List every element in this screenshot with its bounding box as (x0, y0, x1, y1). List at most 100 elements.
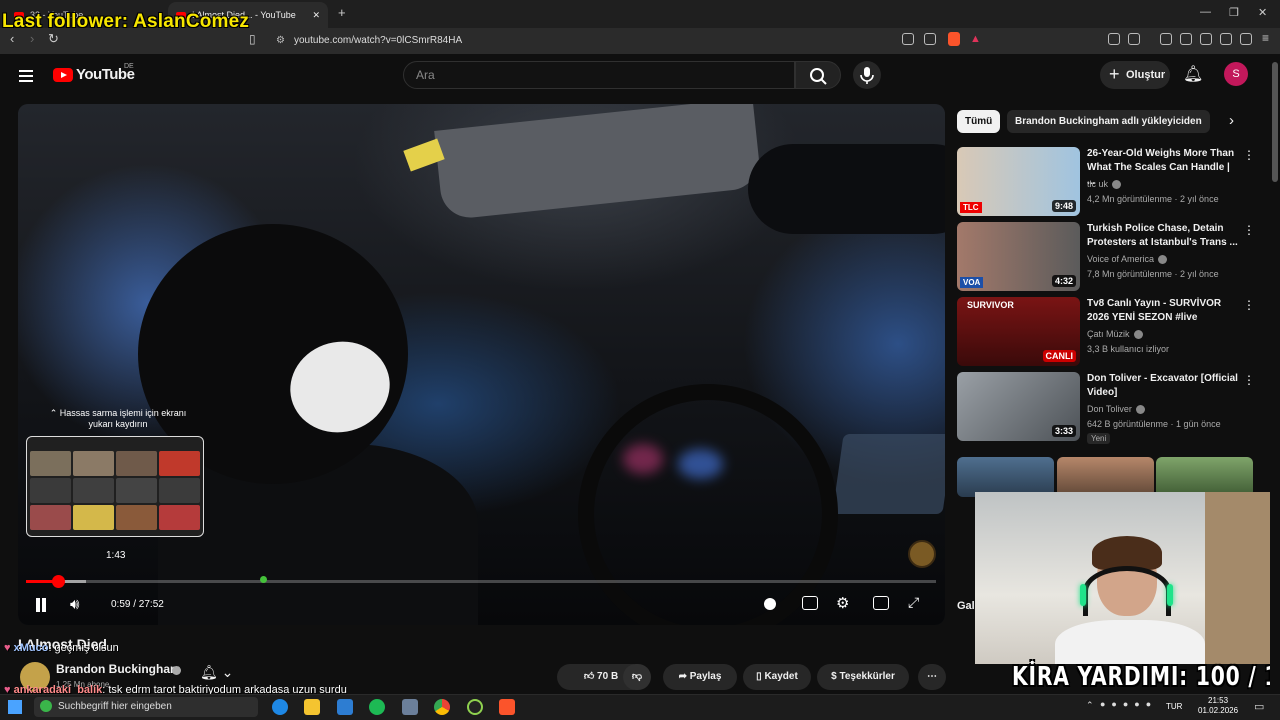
preview-thumb (73, 505, 114, 530)
sidebar-toggle-icon[interactable] (1180, 33, 1192, 45)
spotify-icon[interactable] (369, 699, 385, 715)
chrome-icon[interactable] (434, 699, 450, 715)
site-info-icon[interactable]: ⚙ (276, 35, 285, 46)
tray-overflow-icon[interactable]: ⌃ (1086, 700, 1094, 711)
taskbar-clock[interactable]: 21:53 01.02.2026 (1198, 696, 1238, 716)
ai-assistant-icon[interactable] (1220, 33, 1232, 45)
volume-icon[interactable]: 🔊︎ (70, 596, 79, 613)
screenshot-icon[interactable] (1128, 33, 1140, 45)
rec-thumbnail[interactable]: VOA 4:32 (957, 222, 1080, 291)
more-actions-button[interactable]: ⋯ (918, 664, 946, 690)
rec-thumbnail[interactable]: 3:33 (957, 372, 1080, 441)
clock-date: 01.02.2026 (1198, 706, 1239, 715)
new-tab-icon[interactable]: + (338, 5, 346, 20)
rec-menu-icon[interactable]: ⋮ (1243, 223, 1255, 237)
video-player[interactable]: ⌃ Hassas sarma işlemi için ekranı yukarı… (18, 104, 945, 625)
headphone-led-left (1080, 584, 1086, 606)
calculator-icon[interactable] (402, 699, 418, 715)
avatar[interactable]: S (1224, 62, 1248, 86)
chevron-right-icon[interactable]: › (1229, 112, 1234, 129)
rec-channel[interactable]: Voice of America (1087, 254, 1168, 265)
progress-scrubber[interactable] (52, 575, 65, 588)
rec-title[interactable]: Turkish Police Chase, Detain Protesters … (1087, 222, 1239, 250)
file-explorer-icon[interactable] (304, 699, 320, 715)
thanks-button[interactable]: $ Teşekkürler (817, 664, 909, 690)
channel-name[interactable]: Brandon Buckingham (56, 662, 181, 676)
browser-menu-icon[interactable]: ≡ (1262, 31, 1269, 45)
youtube-logo-icon[interactable] (53, 68, 73, 82)
url-field[interactable]: youtube.com/watch?v=0lCSmrR84HA (268, 32, 898, 50)
forward-icon[interactable]: › (30, 31, 34, 46)
menu-icon[interactable] (19, 67, 33, 85)
brave-shield-icon[interactable] (948, 32, 960, 46)
shorts-thumbnail[interactable] (1057, 457, 1154, 497)
brave-rewards-icon[interactable]: ▲ (970, 33, 981, 45)
rec-title[interactable]: Tv8 Canlı Yayın - SURVİVOR 2026 YENİ SEZ… (1087, 297, 1239, 325)
save-button[interactable]: ▯ Kaydet (743, 664, 811, 690)
notification-center-icon[interactable]: ▭ (1254, 700, 1264, 713)
rec-thumbnail[interactable]: SURVIVOR CANLI (957, 297, 1080, 366)
notifications-bell-icon[interactable]: 🔔︎ (1183, 64, 1203, 84)
share-page-icon[interactable] (924, 33, 936, 45)
channel-watermark-icon[interactable] (908, 540, 936, 568)
store-icon[interactable] (337, 699, 353, 715)
pause-button[interactable] (34, 598, 48, 612)
rec-channel[interactable]: Don Toliver (1087, 404, 1145, 415)
back-icon[interactable]: ‹ (10, 31, 14, 46)
fullscreen-icon[interactable]: ⤢ (908, 594, 919, 611)
windows-start-icon[interactable] (8, 700, 22, 714)
settings-gear-icon[interactable]: ⚙ (836, 594, 849, 612)
verified-icon (1135, 405, 1145, 415)
restore-icon[interactable]: ❐ (1229, 6, 1239, 19)
verified-icon (1158, 255, 1168, 265)
search-input[interactable]: Ara (403, 61, 795, 89)
minimize-icon[interactable]: — (1200, 6, 1211, 18)
autoplay-toggle-icon[interactable] (764, 598, 776, 610)
chip-all[interactable]: Tümü (957, 110, 1001, 133)
create-button[interactable]: Oluştur (1100, 60, 1170, 89)
shorts-thumbnail[interactable] (1156, 457, 1253, 497)
obs-icon[interactable] (467, 699, 483, 715)
shorts-thumbnail[interactable] (957, 457, 1054, 497)
theater-mode-icon[interactable] (873, 596, 889, 610)
dislike-button[interactable]: 👎︎ (623, 664, 651, 690)
preview-thumb (116, 478, 157, 503)
rec-channel[interactable]: tlc uk (1087, 179, 1122, 190)
bookmark-icon[interactable]: ▯ (249, 32, 256, 46)
vpn-icon[interactable] (1240, 33, 1252, 45)
rec-channel-name: tlc uk (1087, 179, 1109, 189)
rec-channel[interactable]: Çatı Müzik (1087, 329, 1143, 340)
edge-icon[interactable] (272, 699, 288, 715)
close-window-icon[interactable]: ✕ (1258, 6, 1267, 19)
search-icon (810, 68, 827, 85)
rec-menu-icon[interactable]: ⋮ (1243, 373, 1255, 387)
cast-icon[interactable] (902, 33, 914, 45)
rec-thumbnail[interactable]: TLC 9:48 (957, 147, 1080, 216)
extensions-icon[interactable] (1108, 33, 1120, 45)
seek-preview-grid[interactable] (26, 436, 204, 537)
rec-menu-icon[interactable]: ⋮ (1243, 148, 1255, 162)
taskbar-search-input[interactable]: Suchbegriff hier eingeben (34, 697, 258, 717)
keyboard-language[interactable]: TUR (1166, 702, 1182, 711)
reload-icon[interactable]: ↻ (48, 31, 59, 47)
music-icon[interactable] (1160, 33, 1172, 45)
wallet-icon[interactable] (1200, 33, 1212, 45)
rec-live-badge: CANLI (1042, 350, 1076, 362)
progress-bar[interactable] (26, 580, 936, 583)
share-button[interactable]: ➦ Paylaş (663, 664, 737, 690)
subscription-bell-icon[interactable]: 🔔︎ ⌄ (200, 664, 233, 681)
rec-menu-icon[interactable]: ⋮ (1243, 298, 1255, 312)
search-button[interactable] (795, 61, 841, 89)
subtitles-icon[interactable] (802, 596, 818, 610)
brave-icon[interactable] (499, 699, 515, 715)
preview-thumb (30, 451, 71, 476)
voice-search-button[interactable] (853, 61, 881, 89)
preview-thumb (159, 505, 200, 530)
preview-thumb (73, 451, 114, 476)
chat-username: xMuco (13, 642, 49, 654)
chip-uploader[interactable]: Brandon Buckingham adlı yükleyiciden (1007, 110, 1210, 133)
rec-title[interactable]: Don Toliver - Excavator [Official Video] (1087, 372, 1239, 400)
scrollbar-thumb[interactable] (1272, 62, 1278, 182)
close-tab-icon[interactable]: ✕ (312, 10, 320, 21)
tray-icons[interactable]: ●●●●● (1100, 699, 1157, 709)
